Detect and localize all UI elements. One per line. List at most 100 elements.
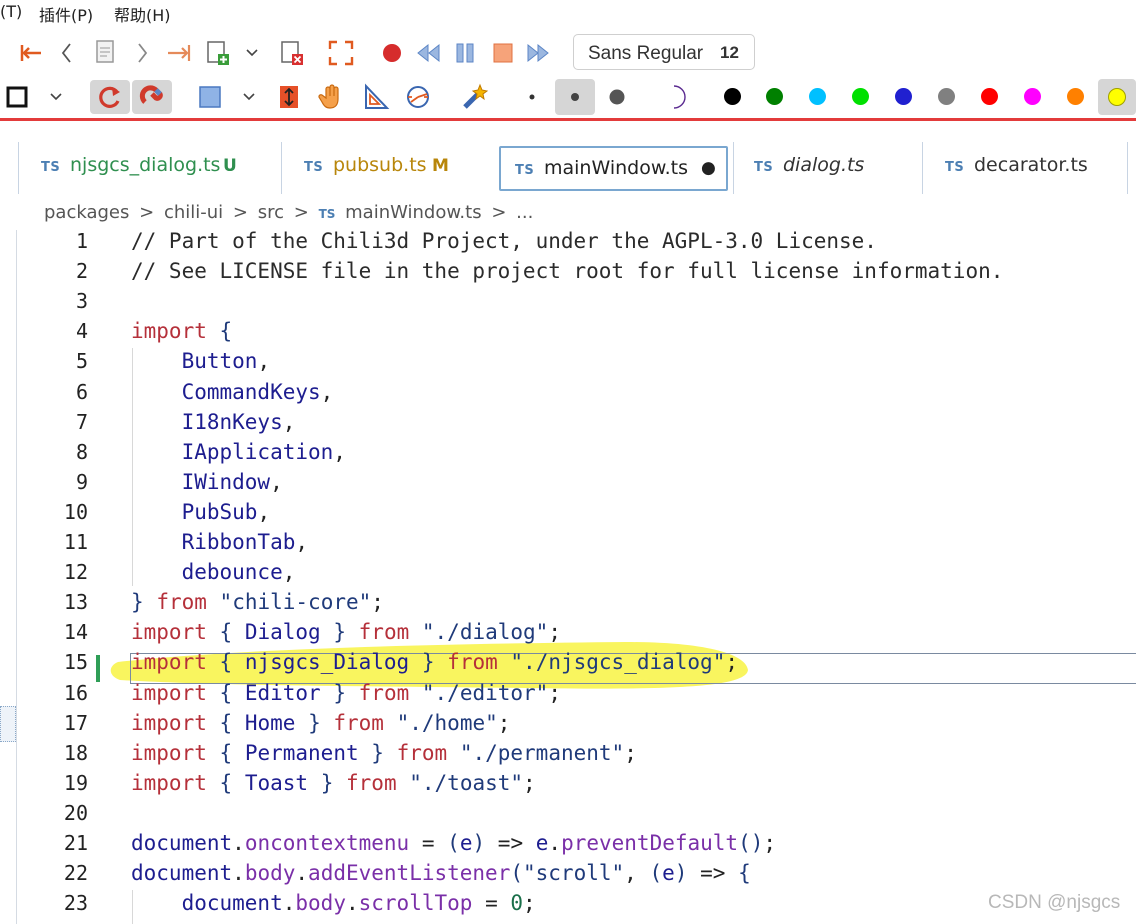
breadcrumb-separator: > [293, 202, 309, 223]
first-page-icon[interactable] [18, 40, 44, 66]
breadcrumb-separator: > [139, 202, 155, 223]
page-thumbnail-icon[interactable] [92, 38, 118, 66]
code-line[interactable]: import { Permanent } from "./permanent"; [131, 741, 637, 765]
line-number: 16 [63, 680, 88, 705]
line-number: 5 [75, 349, 88, 374]
code-line[interactable]: document.body.scrollTop = 0; [131, 891, 536, 915]
tab-decarator[interactable]: TS decarator.ts [922, 142, 1127, 194]
code-line[interactable]: IWindow, [131, 470, 283, 494]
color-red[interactable] [981, 88, 998, 105]
line-number: 11 [63, 530, 88, 554]
next-page-icon[interactable] [131, 40, 153, 66]
fill-rectangle-icon[interactable] [196, 83, 224, 111]
code-line[interactable]: import { Home } from "./home"; [131, 711, 510, 735]
menu-item-tools[interactable]: (T) [0, 2, 22, 21]
rectangle-outline-icon[interactable] [4, 84, 30, 110]
fullscreen-icon[interactable] [326, 38, 356, 68]
code-line[interactable]: import { [131, 319, 232, 343]
code-line[interactable]: document.oncontextmenu = (e) => e.preven… [131, 831, 776, 855]
color-blue[interactable] [895, 88, 912, 105]
tab-dialog[interactable]: TS dialog.ts [733, 142, 921, 194]
shape-dropdown-icon[interactable] [46, 86, 66, 108]
color-gray[interactable] [938, 88, 955, 105]
code-line[interactable]: PubSub, [131, 500, 271, 524]
line-number: 2 [75, 259, 88, 284]
line-number: 17 [63, 710, 88, 735]
code-line[interactable]: CommandKeys, [131, 380, 334, 404]
breadcrumb-src[interactable]: src [258, 202, 284, 223]
pen-large-icon[interactable] [602, 82, 632, 112]
line-number: 10 [63, 499, 88, 524]
code-line[interactable]: import { Editor } from "./editor"; [131, 681, 561, 705]
editor-tab-bar: TS njsgcs_dialog.ts U TS pubsub.ts M TS … [0, 142, 1136, 194]
eraser-icon[interactable] [660, 82, 690, 112]
line-number: 9 [75, 469, 88, 494]
code-line[interactable]: // See LICENSE file in the project root … [131, 259, 1003, 283]
unsaved-dot-icon[interactable]: ● [701, 158, 716, 178]
fill-dropdown-icon[interactable] [239, 86, 259, 108]
font-name: Sans Regular [588, 43, 704, 64]
line-number: 15 [63, 650, 88, 675]
code-line[interactable]: IApplication, [131, 440, 346, 464]
previous-page-icon[interactable] [56, 40, 78, 66]
tab-pubsub[interactable]: TS pubsub.ts M [281, 142, 493, 194]
color-cyan[interactable] [809, 88, 826, 105]
magnet-icon[interactable] [132, 80, 172, 114]
tab-mainwindow[interactable]: TS mainWindow.ts ● [499, 146, 728, 191]
font-selector[interactable]: Sans Regular 12 [573, 34, 755, 70]
pen-small-icon[interactable] [520, 85, 544, 109]
code-line[interactable]: debounce, [131, 560, 296, 584]
stop-icon[interactable] [490, 40, 516, 66]
breadcrumb-separator: > [491, 202, 507, 223]
tab-njsgcs-dialog[interactable]: TS njsgcs_dialog.ts U [18, 142, 280, 194]
protractor-icon[interactable] [403, 82, 433, 112]
color-black[interactable] [724, 88, 741, 105]
tab-label: dialog.ts [783, 154, 865, 176]
pen-medium-icon[interactable] [555, 79, 595, 115]
line-number: 3 [75, 289, 88, 314]
add-page-dropdown-icon[interactable] [242, 42, 262, 64]
delete-page-icon[interactable] [277, 38, 307, 68]
add-page-icon[interactable] [203, 38, 233, 68]
menu-item-help[interactable]: 帮助(H) [114, 2, 171, 26]
tab-label: njsgcs_dialog.ts [70, 154, 221, 176]
watermark: CSDN @njsgcs [988, 892, 1121, 913]
record-icon[interactable] [379, 40, 405, 66]
line-number: 14 [63, 620, 88, 645]
code-line[interactable]: RibbonTab, [131, 530, 308, 554]
breadcrumb: packages > chili-ui > src > TS mainWindo… [44, 202, 537, 223]
code-line[interactable]: import { Toast } from "./toast"; [131, 771, 536, 795]
typescript-icon: TS [945, 160, 965, 175]
breadcrumb-packages[interactable]: packages [44, 202, 129, 223]
font-size[interactable]: 12 [720, 43, 739, 63]
color-lime[interactable] [852, 88, 869, 105]
code-line[interactable]: Button, [131, 349, 271, 373]
line-number: 19 [63, 770, 88, 795]
code-line[interactable]: } from "chili-core"; [131, 590, 384, 614]
breadcrumb-file[interactable]: mainWindow.ts [345, 202, 481, 223]
color-orange[interactable] [1067, 88, 1084, 105]
code-line[interactable]: document.body.addEventListener("scroll",… [131, 861, 751, 885]
fast-forward-icon[interactable] [524, 40, 552, 66]
rewind-icon[interactable] [414, 40, 442, 66]
menu-item-plugins[interactable]: 插件(P) [39, 2, 93, 26]
line-number: 21 [63, 831, 88, 855]
color-green[interactable] [766, 88, 783, 105]
breadcrumb-chili-ui[interactable]: chili-ui [164, 202, 223, 223]
color-yellow-selected[interactable] [1098, 79, 1136, 115]
menu-bar: (T) 插件(P) 帮助(H) [0, 0, 1136, 26]
triangle-ruler-icon[interactable] [361, 82, 391, 112]
breadcrumb-symbols[interactable]: ... [516, 202, 533, 223]
hand-pan-icon[interactable] [317, 82, 347, 112]
magic-wand-icon[interactable] [460, 82, 490, 112]
color-magenta[interactable] [1024, 88, 1041, 105]
code-line[interactable]: import { Dialog } from "./dialog"; [131, 620, 561, 644]
tab-label: decarator.ts [974, 154, 1088, 176]
code-line[interactable]: // Part of the Chili3d Project, under th… [131, 229, 877, 253]
vertical-move-icon[interactable] [275, 82, 303, 112]
last-page-icon[interactable] [165, 40, 193, 66]
code-line[interactable]: I18nKeys, [131, 410, 296, 434]
pause-icon[interactable] [452, 40, 478, 66]
code-line[interactable]: import { njsgcs_Dialog } from "./njsgcs_… [131, 650, 738, 674]
undo-icon[interactable] [90, 80, 130, 114]
